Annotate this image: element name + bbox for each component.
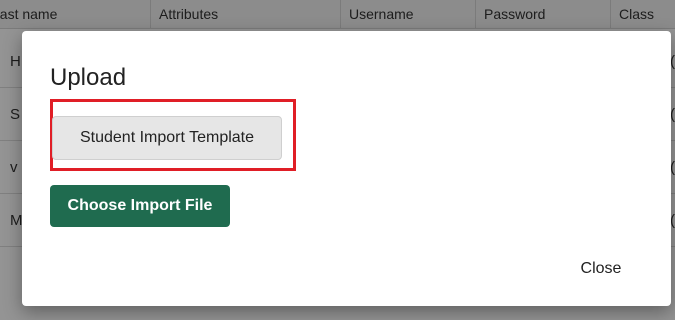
- close-button[interactable]: Close: [570, 253, 632, 285]
- upload-dialog: Upload Student Import Template Choose Im…: [22, 31, 671, 306]
- student-import-template-button[interactable]: Student Import Template: [52, 116, 282, 160]
- choose-import-file-button[interactable]: Choose Import File: [50, 185, 230, 227]
- dialog-title: Upload: [50, 64, 127, 91]
